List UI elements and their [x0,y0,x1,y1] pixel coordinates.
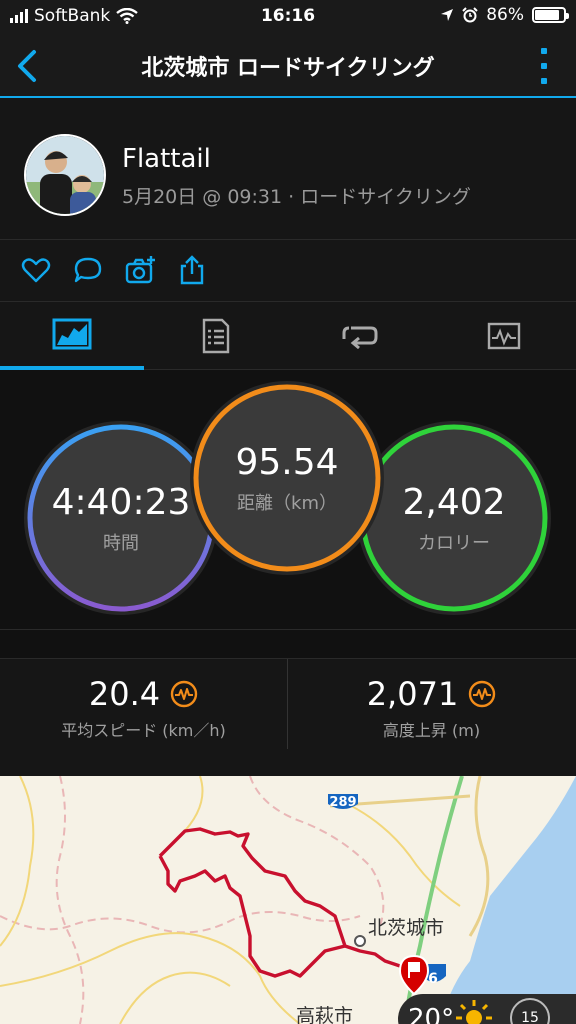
activity-header: Flattail 5月20日 @ 09:31 · ロードサイクリング [0,98,576,240]
chart-pulse-badge-icon [170,680,198,708]
activity-meta: 5月20日 @ 09:31 · ロードサイクリング [122,186,471,208]
battery-percent: 86% [486,5,524,25]
city-label-2: 高萩市 [296,1005,353,1024]
metric-avg-speed[interactable]: 20.4 平均スピード (km／h) [0,659,287,749]
carrier-group: SoftBank [10,6,138,26]
tab-charts[interactable] [432,302,576,370]
city-label: 北茨城市 [368,917,444,939]
comment-icon[interactable] [72,254,104,286]
battery-icon [532,7,569,23]
camera-plus-icon[interactable] [124,254,156,286]
stat-distance: 95.54 距離（km） [196,387,378,569]
elev-gain-label: 高度上昇 (m) [382,721,481,740]
charts-pulse-icon [487,322,521,350]
activity-route [158,827,411,978]
summary-stats: 4:40:23 時間 2,402 カロリー 95.54 距離（km） [0,370,576,630]
avatar[interactable] [24,134,106,216]
heart-icon[interactable] [20,254,52,286]
stat-distance-value: 95.54 [235,441,339,483]
metric-elev-gain[interactable]: 2,071 高度上昇 (m) [288,659,575,749]
route-289-label: 289 [329,795,356,810]
stat-time-value: 4:40:23 [51,481,191,523]
user-name[interactable]: Flattail [122,144,211,174]
status-bar: SoftBank 16:16 86% [0,0,576,34]
location-arrow-icon [441,9,454,21]
wind-speed: 15 [521,1010,539,1024]
laps-loop-icon [342,326,378,349]
stat-calories-value: 2,402 [402,481,506,523]
social-actions [0,240,576,302]
map-canvas: 289 6 北茨城市 高萩市 [0,776,576,1024]
stat-time-label: 時間 [103,532,139,554]
metrics-row: 20.4 平均スピード (km／h) 2,071 高度上昇 (m) [0,658,576,776]
details-list-icon [202,318,230,354]
elev-gain-value: 2,071 [366,675,459,713]
route-map[interactable]: 289 6 北茨城市 高萩市 20° 15 [0,776,576,1024]
stat-time: 4:40:23 時間 [30,427,212,609]
weather-temp: 20° [408,1004,455,1024]
weather-pill[interactable]: 20° 15 [398,994,576,1024]
stat-distance-label: 距離（km） [237,492,337,514]
avg-speed-label: 平均スピード (km／h) [61,721,226,740]
nav-bar: 北茨城市 ロードサイクリング [0,34,576,98]
route-6-label: 6 [428,971,438,987]
tab-laps[interactable] [288,302,432,370]
share-icon[interactable] [176,254,208,286]
chart-pulse-badge-icon [469,680,496,708]
stat-calories: 2,402 カロリー [363,427,545,609]
stat-calories-label: カロリー [418,532,490,554]
finish-flag-icon [398,954,430,996]
overview-chart-icon [52,318,92,350]
wifi-icon [116,8,138,24]
more-menu-icon[interactable] [538,48,550,84]
activity-tabs [0,302,576,370]
avg-speed-value: 20.4 [88,675,161,713]
signal-icon [10,9,28,23]
carrier-label: SoftBank [34,6,111,26]
sun-icon [456,1000,492,1024]
status-right: 86% [440,5,569,25]
page-title: 北茨城市 ロードサイクリング [141,56,435,81]
wind-indicator: 15 [510,998,550,1024]
alarm-icon [462,7,478,23]
tab-overview[interactable] [0,302,144,370]
tab-details[interactable] [144,302,288,370]
back-chevron-icon[interactable] [12,48,42,84]
